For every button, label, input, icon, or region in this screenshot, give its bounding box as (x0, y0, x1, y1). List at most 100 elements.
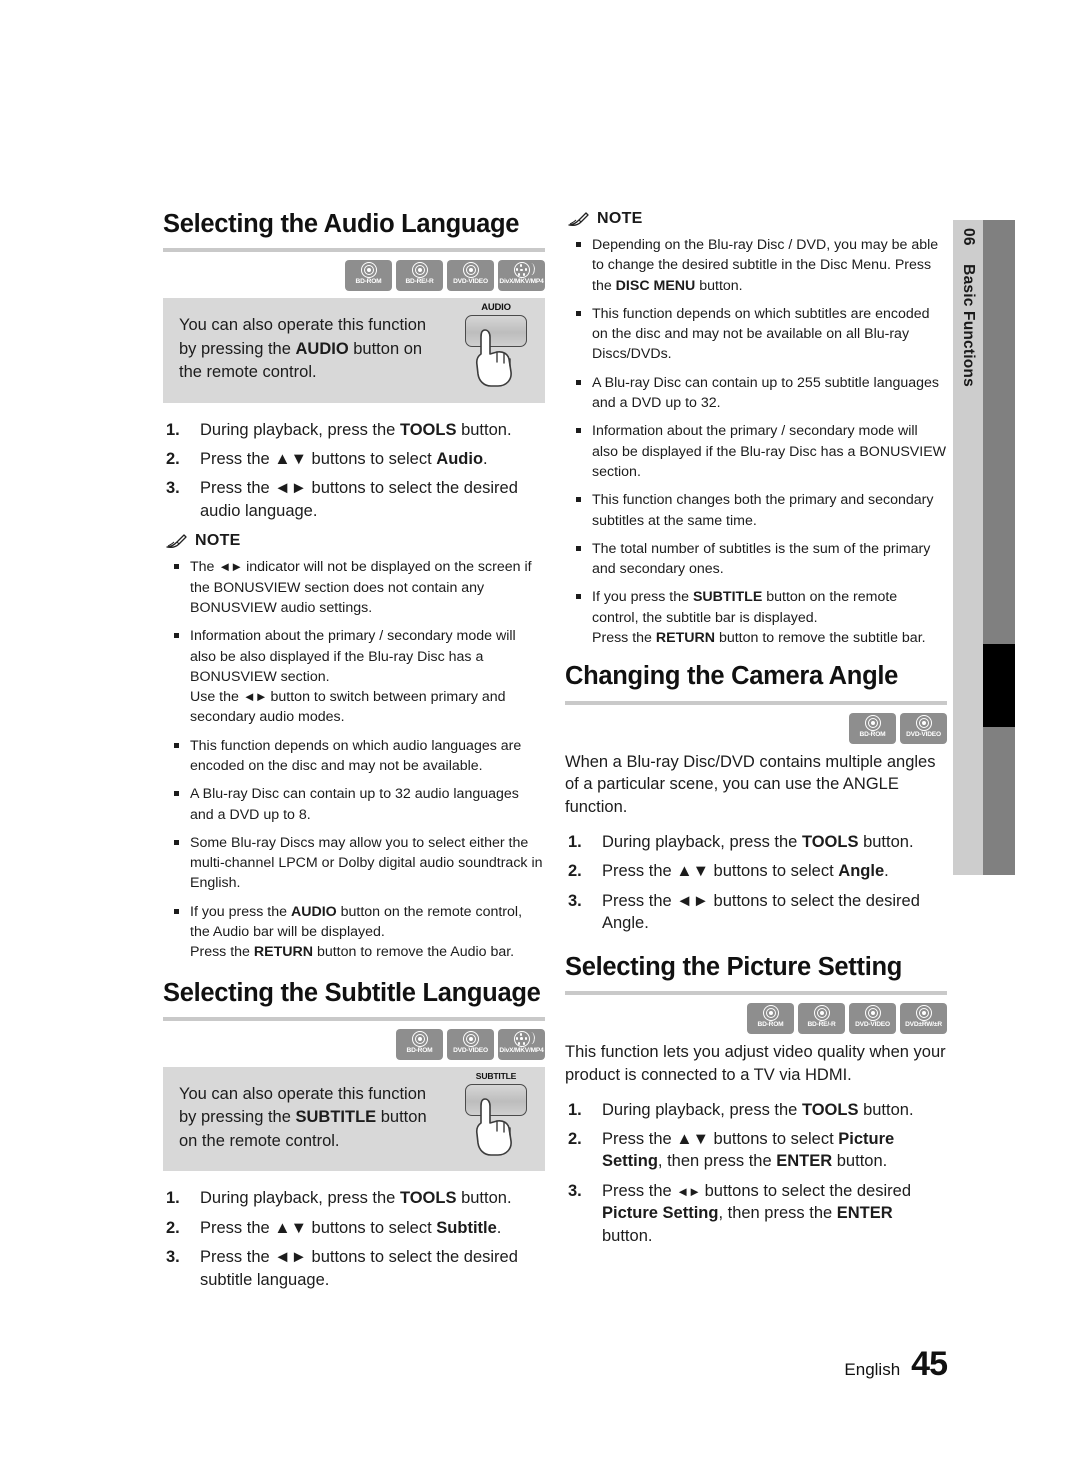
disc-badge-label: DivX/MKV/MP4 (499, 278, 544, 286)
note-heading-text: NOTE (195, 532, 241, 550)
pencil-icon (166, 534, 187, 549)
step-item: 3. Press the ◄► buttons to select the des… (568, 891, 920, 933)
left-column: Selecting the Audio Language BD-ROM BD-R… (163, 210, 545, 1301)
disc-badge: DivX/MKV/MP4 (498, 260, 545, 292)
steps-picture: 1. During playback, press the TOOLS butto… (565, 1099, 947, 1248)
disc-badge-label: DVD-VIDEO (855, 1021, 890, 1029)
heading-rule (163, 1016, 545, 1021)
heading-camera-angle: Changing the Camera Angle (565, 662, 899, 691)
disc-icon (864, 714, 881, 731)
disc-badge: DVD-VIDEO (447, 1028, 494, 1060)
step-item: 2. Press the ▲▼ buttons to select Angle. (568, 862, 889, 881)
disc-icon (360, 262, 377, 279)
pointing-hand-icon (475, 1098, 512, 1156)
right-column: NOTE Depending on the Blu-ray Disc / DVD… (565, 210, 947, 1257)
footer-language: English (844, 1360, 901, 1379)
note-item: If you press the AUDIO button on the rem… (163, 902, 545, 963)
section-audio-language: Selecting the Audio Language BD-ROM BD-R… (163, 210, 545, 963)
tip-box-subtitle: You can also operate this function by pr… (163, 1066, 545, 1172)
disc-badge: BD-ROM (345, 260, 392, 292)
tip-text-subtitle: You can also operate this function by pr… (179, 1084, 427, 1150)
disc-badge-label: BD-ROM (406, 1046, 433, 1054)
manual-page: 06 Basic Functions Selecting the Audio L… (0, 0, 1080, 1477)
disc-badge: DVD-VIDEO (849, 1003, 896, 1035)
disc-badge: BD-ROM (396, 1028, 443, 1060)
disc-badge-label: DVD-VIDEO (906, 730, 941, 738)
note-item: Depending on the Blu-ray Disc / DVD, you… (565, 235, 947, 296)
disc-icon (762, 1005, 779, 1022)
disc-badge-label: DVD-VIDEO (453, 278, 488, 286)
tip-text-audio: You can also operate this function by pr… (179, 316, 427, 382)
note-item: A Blu-ray Disc can contain up to 32 audi… (163, 784, 545, 825)
steps-angle: 1. During playback, press the TOOLS butto… (565, 831, 947, 935)
step-item: 2. Press the ▲▼ buttons to select Subtitl… (166, 1218, 502, 1237)
disc-badge: DVD-VIDEO (900, 712, 947, 744)
disc-icon (462, 262, 479, 279)
step-item: 1. During playback, press the TOOLS butto… (166, 420, 512, 439)
step-item: 3. Press the ◄► buttons to select the des… (568, 1181, 911, 1245)
note-item: Information about the primary / secondar… (565, 421, 947, 482)
note-item: A Blu-ray Disc can contain up to 255 sub… (565, 373, 947, 414)
steps-audio: 1. During playback, press the TOOLS butto… (163, 419, 545, 523)
note-item: Some Blu-ray Discs may allow you to sele… (163, 833, 545, 894)
footer-page-number: 45 (911, 1345, 948, 1383)
heading-rule (565, 700, 947, 705)
heading-rule (565, 991, 947, 996)
step-item: 3. Press the ◄► buttons to select the des… (166, 1248, 518, 1289)
chapter-side-tab: 06 Basic Functions (953, 220, 1015, 875)
disc-badge: DivX/MKV/MP4 (498, 1028, 545, 1060)
disc-badge-label: BD-ROM (355, 278, 382, 286)
pointing-hand-icon (475, 329, 512, 388)
remote-button-illustration-subtitle: SUBTITLE (457, 1071, 535, 1163)
disc-badge-label: BD-ROM (859, 730, 886, 738)
note-item: Information about the primary / secondar… (163, 626, 545, 727)
note-heading: NOTE (565, 210, 947, 228)
step-item: 2. Press the ▲▼ buttons to select Audio. (166, 450, 488, 469)
step-item: 3. Press the ◄► buttons to select the des… (166, 479, 518, 520)
disc-badge: BD-RE/-R (798, 1003, 845, 1035)
disc-icon (462, 1030, 479, 1047)
section-subtitle-language: Selecting the Subtitle Language BD-ROM D… (163, 979, 545, 1291)
note-list-subtitle: Depending on the Blu-ray Disc / DVD, you… (565, 235, 947, 648)
remote-key-label: SUBTITLE (475, 1070, 517, 1081)
side-tab-label-wrap: 06 Basic Functions (953, 220, 983, 875)
remote-button-illustration-audio: AUDIO (457, 302, 535, 394)
disc-badge-row-subtitle: BD-ROM DVD-VIDEO DivX/MKV/MP4 (163, 1028, 545, 1060)
disc-badge-label: DivX/MKV/MP4 (499, 1046, 544, 1054)
note-item: The ◄► indicator will not be displayed o… (163, 557, 545, 618)
disc-icon (915, 714, 932, 731)
step-item: 1. During playback, press the TOOLS butto… (568, 1100, 914, 1119)
film-reel-icon (513, 262, 536, 279)
chapter-title: Basic Functions (960, 264, 977, 387)
chapter-number: 06 (960, 228, 977, 246)
steps-subtitle: 1. During playback, press the TOOLS butto… (163, 1187, 545, 1291)
disc-badge-label: DVD±RW/±R (905, 1021, 942, 1029)
note-item: This function depends on which audio lan… (163, 736, 545, 777)
note-item: If you press the SUBTITLE button on the … (565, 587, 947, 648)
side-tab-black-marker (983, 644, 1015, 727)
section-camera-angle: Changing the Camera Angle BD-ROM DVD-VID… (565, 662, 947, 934)
step-item: 1. During playback, press the TOOLS butto… (166, 1189, 512, 1208)
disc-badge-label: BD-ROM (757, 1021, 784, 1029)
step-item: 1. During playback, press the TOOLS butto… (568, 832, 914, 851)
note-item: This function depends on which subtitles… (565, 304, 947, 365)
disc-badge: DVD±RW/±R (900, 1003, 947, 1035)
disc-icon (864, 1005, 881, 1022)
heading-picture-setting: Selecting the Picture Setting (565, 952, 903, 981)
heading-subtitle-language: Selecting the Subtitle Language (163, 978, 541, 1007)
heading-audio-language: Selecting the Audio Language (163, 210, 520, 238)
disc-badge-label: BD-RE/-R (807, 1021, 836, 1029)
note-list-audio: The ◄► indicator will not be displayed o… (163, 557, 545, 962)
tip-box-audio: You can also operate this function by pr… (163, 298, 545, 403)
pencil-icon (568, 212, 589, 227)
disc-icon (813, 1005, 830, 1022)
side-tab-dark-band (983, 220, 1015, 875)
disc-badge-row-picture: BD-ROM BD-RE/-R DVD-VIDEO DVD±RW/±R (565, 1003, 947, 1035)
disc-badge: DVD-VIDEO (447, 260, 494, 292)
disc-badge-label: BD-RE/-R (405, 278, 434, 286)
disc-badge-row-angle: BD-ROM DVD-VIDEO (565, 712, 947, 744)
disc-icon (915, 1005, 932, 1022)
film-reel-icon (513, 1030, 536, 1047)
note-block-subtitle: NOTE Depending on the Blu-ray Disc / DVD… (565, 210, 947, 648)
disc-icon (411, 1030, 428, 1047)
